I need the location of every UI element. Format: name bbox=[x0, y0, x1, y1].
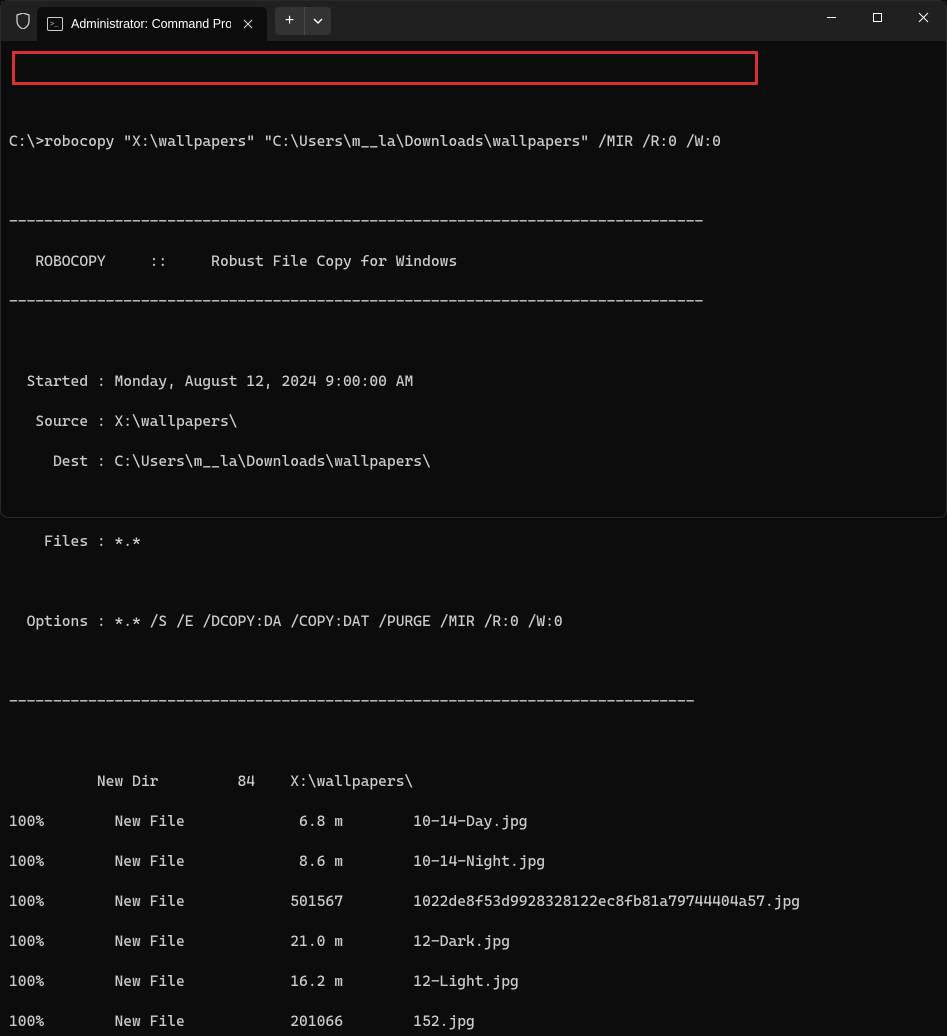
cmd-icon: >_ bbox=[47, 16, 63, 32]
robocopy-header: ROBOCOPY :: Robust File Copy for Windows bbox=[9, 251, 938, 271]
file-row: 100% New File 16.2 m 12-Light.jpg bbox=[9, 971, 938, 991]
source-line: Source : X:\wallpapers\ bbox=[9, 411, 938, 431]
terminal-content[interactable]: C:\>robocopy "X:\wallpapers" "C:\Users\m… bbox=[1, 41, 946, 1036]
blank-line bbox=[9, 491, 938, 511]
separator: ----------------------------------------… bbox=[9, 291, 938, 311]
blank-line bbox=[9, 331, 938, 351]
titlebar: >_ Administrator: Command Pro + bbox=[1, 1, 946, 41]
new-tab-button[interactable]: + bbox=[275, 7, 305, 35]
command-text: robocopy "X:\wallpapers" "C:\Users\m__la… bbox=[44, 132, 721, 150]
options-line: Options : *.* /S /E /DCOPY:DA /COPY:DAT … bbox=[9, 611, 938, 631]
command-highlight-box bbox=[12, 51, 758, 85]
minimize-button[interactable] bbox=[808, 1, 854, 33]
plus-icon: + bbox=[285, 12, 294, 30]
uac-shield-icon bbox=[9, 13, 37, 29]
minimize-icon bbox=[826, 12, 837, 23]
tab-active[interactable]: >_ Administrator: Command Pro bbox=[37, 7, 267, 41]
close-icon bbox=[243, 19, 253, 29]
prompt: C:\> bbox=[9, 132, 44, 150]
close-icon bbox=[918, 12, 929, 23]
new-tab-group: + bbox=[275, 7, 331, 35]
started-line: Started : Monday, August 12, 2024 9:00:0… bbox=[9, 371, 938, 391]
blank-line bbox=[9, 91, 938, 111]
maximize-icon bbox=[872, 12, 883, 23]
separator: ----------------------------------------… bbox=[9, 691, 938, 711]
separator: ----------------------------------------… bbox=[9, 211, 938, 231]
blank-line bbox=[9, 651, 938, 671]
command-line: C:\>robocopy "X:\wallpapers" "C:\Users\m… bbox=[9, 131, 938, 151]
blank-line bbox=[9, 171, 938, 191]
tab-title: Administrator: Command Pro bbox=[71, 17, 231, 31]
tab-close-button[interactable] bbox=[239, 15, 257, 33]
close-button[interactable] bbox=[900, 1, 946, 33]
dest-line: Dest : C:\Users\m__la\Downloads\wallpape… bbox=[9, 451, 938, 471]
files-line: Files : *.* bbox=[9, 531, 938, 551]
file-row: 100% New File 201066 152.jpg bbox=[9, 1011, 938, 1031]
titlebar-left: >_ Administrator: Command Pro + bbox=[1, 1, 331, 41]
maximize-button[interactable] bbox=[854, 1, 900, 33]
dir-line: New Dir 84 X:\wallpapers\ bbox=[9, 771, 938, 791]
blank-line bbox=[9, 571, 938, 591]
new-tab-dropdown[interactable] bbox=[305, 7, 331, 35]
file-row: 100% New File 21.0 m 12-Dark.jpg bbox=[9, 931, 938, 951]
blank-line bbox=[9, 731, 938, 751]
file-row: 100% New File 8.6 m 10-14-Night.jpg bbox=[9, 851, 938, 871]
file-row: 100% New File 501567 1022de8f53d99283281… bbox=[9, 891, 938, 911]
chevron-down-icon bbox=[313, 18, 323, 24]
svg-text:>_: >_ bbox=[50, 21, 59, 29]
window-controls bbox=[808, 1, 946, 41]
file-row: 100% New File 6.8 m 10-14-Day.jpg bbox=[9, 811, 938, 831]
